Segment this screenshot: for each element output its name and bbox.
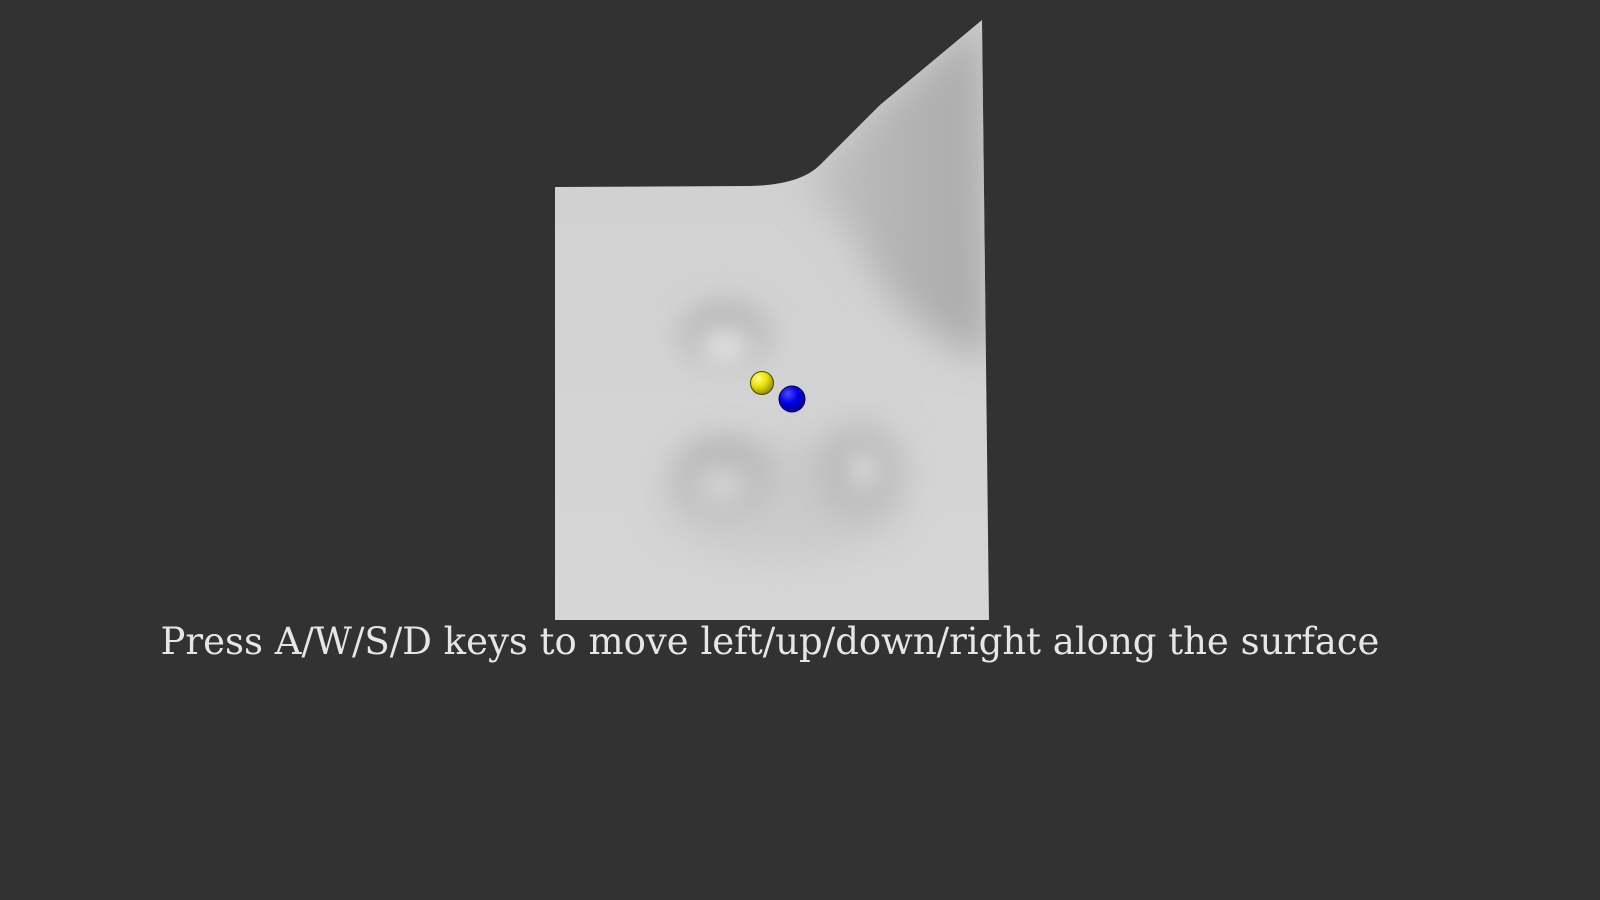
- game-viewport[interactable]: [0, 0, 1600, 900]
- surface-plot: [555, 20, 989, 620]
- target-ball: [750, 371, 774, 395]
- instructions-text: Press A/W/S/D keys to move left/up/down/…: [160, 620, 1380, 663]
- player-ball: [778, 385, 806, 413]
